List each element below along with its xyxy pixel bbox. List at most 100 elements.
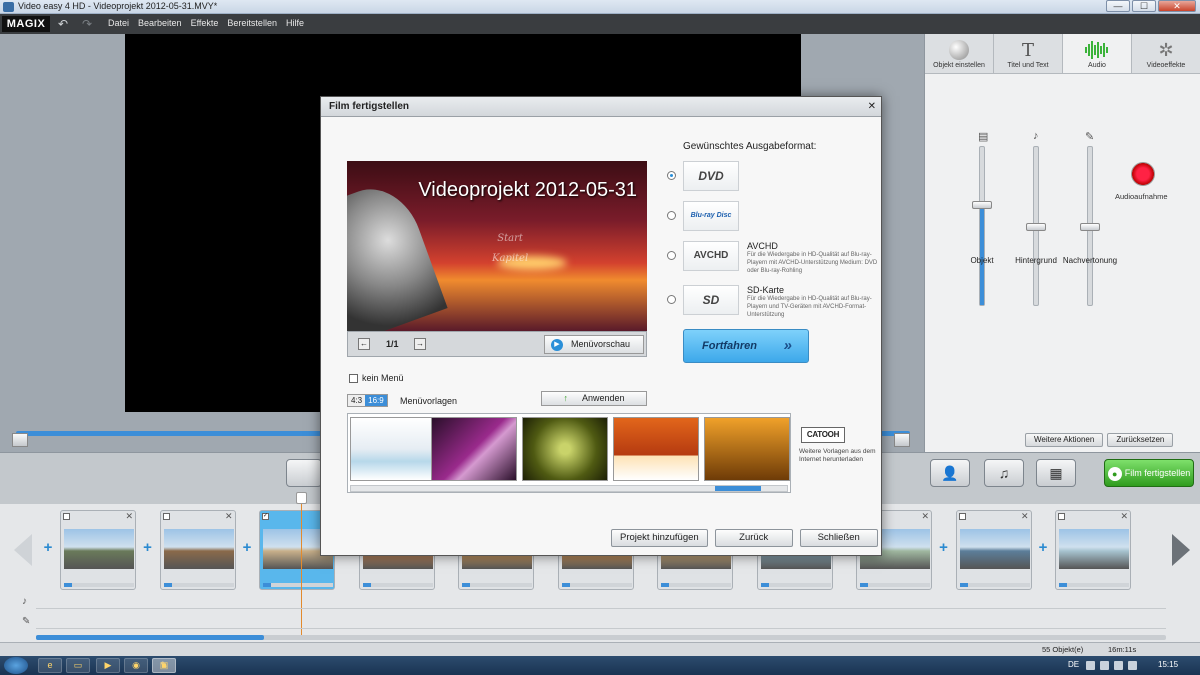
- add-photo-video-icon[interactable]: 👤: [930, 459, 970, 487]
- tab-objekt-einstellen[interactable]: Objekt einstellen: [925, 34, 994, 73]
- timeline-clip[interactable]: ✕: [159, 510, 236, 590]
- slider-knob[interactable]: [1080, 223, 1100, 231]
- format-option-bluray[interactable]: Blu-ray Disc: [667, 201, 877, 235]
- toolbar-left-button[interactable]: [286, 459, 322, 487]
- clip-remove-icon[interactable]: ✕: [1021, 511, 1029, 522]
- clip-checkbox[interactable]: [63, 513, 70, 520]
- menu-preview-button[interactable]: ▶ Menüvorschau: [544, 335, 644, 354]
- template-thumb[interactable]: [431, 417, 517, 481]
- template-scrollbar[interactable]: [350, 485, 788, 492]
- playhead-handle[interactable]: [296, 492, 307, 504]
- clip-remove-icon[interactable]: ✕: [225, 511, 233, 522]
- template-thumb[interactable]: [704, 417, 790, 481]
- add-clip-icon[interactable]: ▦: [1036, 459, 1076, 487]
- minimize-button[interactable]: —: [1106, 0, 1130, 12]
- ie-icon[interactable]: e: [38, 658, 62, 673]
- finish-film-button[interactable]: ● Film fertigstellen: [1104, 459, 1194, 487]
- timeline-clip[interactable]: ✕: [1055, 510, 1131, 590]
- more-actions-button[interactable]: Weitere Aktionen: [1025, 433, 1104, 447]
- format-option-avchd[interactable]: AVCHD AVCHD Für die Wiedergabe in HD-Qua…: [667, 241, 877, 275]
- firefox-icon[interactable]: ◉: [124, 658, 148, 673]
- clip-checkbox[interactable]: [1058, 513, 1065, 520]
- format-option-dvd[interactable]: DVD: [667, 161, 877, 195]
- maximize-button[interactable]: ☐: [1132, 0, 1156, 12]
- music-track[interactable]: [36, 608, 1166, 609]
- explorer-icon[interactable]: ▭: [66, 658, 90, 673]
- prev-page-icon[interactable]: ←: [358, 338, 370, 350]
- add-project-button[interactable]: Projekt hinzufügen: [611, 529, 708, 547]
- ratio-16-9[interactable]: 16:9: [365, 395, 387, 406]
- magix-task-icon[interactable]: ▣: [152, 658, 176, 673]
- next-page-icon[interactable]: →: [414, 338, 426, 350]
- insert-transition-icon[interactable]: +: [142, 540, 154, 556]
- slider-knob[interactable]: [972, 200, 992, 209]
- timeline-scrollbar[interactable]: [36, 635, 1166, 640]
- preview-menu-chapters[interactable]: Kapitel: [492, 249, 528, 269]
- tab-titel-und-text[interactable]: T Titel und Text: [994, 34, 1063, 73]
- close-window-button[interactable]: ✕: [1158, 0, 1196, 12]
- playhead[interactable]: [301, 494, 302, 636]
- menu-preview-label: Menüvorschau: [571, 339, 631, 349]
- radio-dvd[interactable]: [667, 171, 676, 180]
- clip-remove-icon[interactable]: ✕: [1120, 511, 1128, 522]
- volume-icon[interactable]: [1128, 661, 1137, 670]
- reset-button[interactable]: Zurücksetzen: [1107, 433, 1174, 447]
- language-indicator[interactable]: DE: [1068, 660, 1079, 669]
- template-scroll-thumb[interactable]: [715, 486, 761, 491]
- radio-bluray[interactable]: [667, 211, 676, 220]
- tab-videoeffekte[interactable]: ✲ Videoeffekte: [1132, 34, 1200, 73]
- insert-transition-icon[interactable]: +: [241, 540, 253, 556]
- slider-nachvertonung[interactable]: [1080, 146, 1100, 306]
- continue-button[interactable]: Fortfahren »: [683, 329, 809, 363]
- insert-transition-icon[interactable]: +: [42, 540, 54, 556]
- clip-checkbox[interactable]: [162, 513, 170, 520]
- menu-effekte[interactable]: Effekte: [191, 18, 219, 28]
- timeline-next-arrow[interactable]: [1172, 534, 1190, 566]
- timeline-scroll-thumb[interactable]: [36, 635, 264, 640]
- redo-icon[interactable]: ↷: [82, 17, 92, 31]
- clip-remove-icon[interactable]: ✕: [125, 511, 133, 522]
- undo-icon[interactable]: ↶: [58, 17, 68, 31]
- back-button[interactable]: Zurück: [714, 529, 793, 547]
- radio-avchd[interactable]: [667, 251, 676, 260]
- clip-checkbox[interactable]: ✓: [262, 513, 269, 520]
- apply-button[interactable]: ↑ Anwenden: [541, 391, 647, 406]
- voice-track[interactable]: [36, 628, 1166, 629]
- record-button[interactable]: [1131, 162, 1155, 186]
- insert-transition-icon[interactable]: +: [1037, 540, 1049, 556]
- dialog-close-icon[interactable]: ✕: [868, 97, 876, 117]
- scrub-start-handle[interactable]: [12, 433, 28, 447]
- no-menu-checkbox[interactable]: kein Menü: [349, 373, 404, 384]
- template-thumb[interactable]: [613, 417, 699, 481]
- add-music-icon[interactable]: ♫: [984, 459, 1024, 487]
- template-thumb[interactable]: [350, 417, 436, 481]
- format-option-sd[interactable]: SD SD-Karte Für die Wiedergabe in HD-Qua…: [667, 285, 877, 319]
- timeline-clip[interactable]: ✕: [60, 510, 136, 590]
- close-dialog-button[interactable]: Schließen: [799, 529, 878, 547]
- menu-datei[interactable]: Datei: [108, 18, 129, 28]
- ratio-4-3[interactable]: 4:3: [348, 395, 366, 406]
- insert-transition-icon[interactable]: +: [938, 540, 950, 556]
- tray-icon[interactable]: [1086, 661, 1095, 670]
- start-button[interactable]: [4, 657, 28, 674]
- preview-menu-start[interactable]: Start: [492, 229, 528, 249]
- catooh-logo[interactable]: CATOOH: [801, 427, 845, 443]
- scrub-end-handle[interactable]: [894, 433, 910, 447]
- timeline-clip[interactable]: ✕: [955, 510, 1032, 590]
- checkbox-box[interactable]: [349, 374, 358, 384]
- tab-audio[interactable]: Audio: [1063, 34, 1132, 73]
- clip-checkbox[interactable]: [958, 513, 966, 520]
- menu-hilfe[interactable]: Hilfe: [286, 18, 304, 28]
- menu-bearbeiten[interactable]: Bearbeiten: [138, 18, 182, 28]
- radio-sd[interactable]: [667, 295, 676, 304]
- flag-icon[interactable]: [1114, 661, 1123, 670]
- clip-remove-icon[interactable]: ✕: [921, 511, 929, 522]
- slider-hintergrund[interactable]: [1026, 146, 1046, 306]
- timeline-prev-arrow[interactable]: [14, 534, 32, 566]
- media-player-icon[interactable]: ▶: [96, 658, 120, 673]
- network-icon[interactable]: [1100, 661, 1109, 670]
- template-thumb[interactable]: [522, 417, 608, 481]
- menu-bereitstellen[interactable]: Bereitstellen: [227, 18, 277, 28]
- slider-knob[interactable]: [1026, 223, 1046, 231]
- slider-objekt[interactable]: [972, 146, 992, 306]
